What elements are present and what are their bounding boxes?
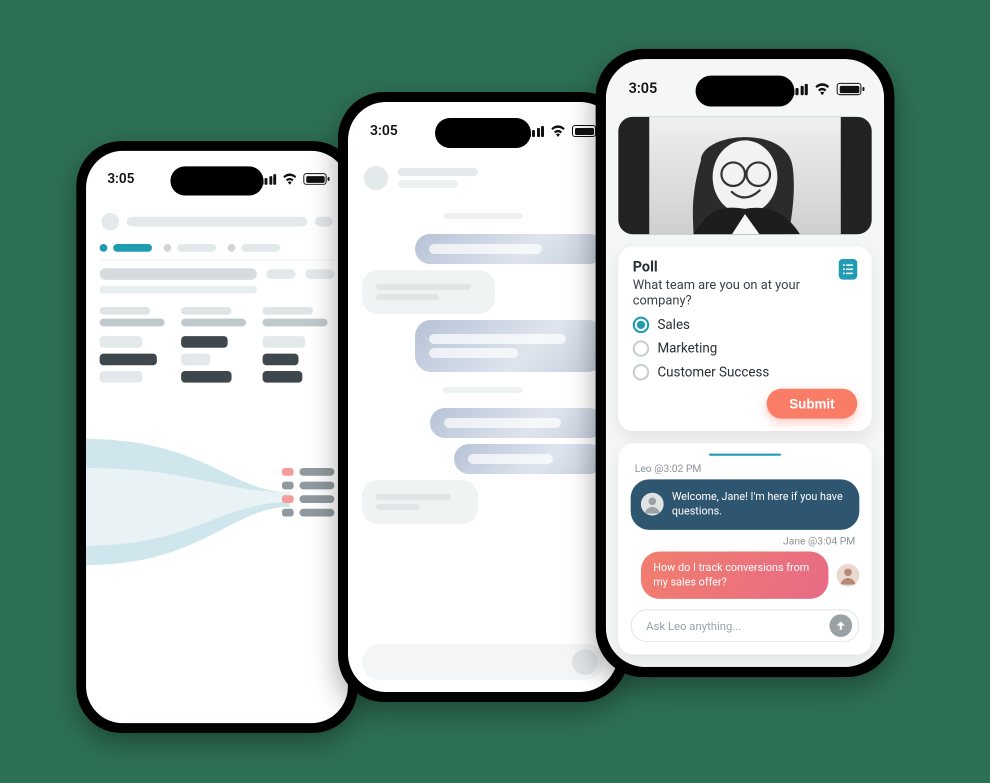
wifi-icon [550,125,566,137]
chat-card: Leo @3:02 PM Welcome, Jane! I'm here if … [618,444,871,655]
message-row: How do I track conversions from my sales… [631,551,860,599]
tab-item[interactable] [164,244,216,252]
message-bubble [415,234,604,264]
message-meta: Leo @3:02 PM [635,464,860,475]
poll-question: What team are you on at your company? [633,278,839,309]
battery-icon [837,83,862,95]
status-time: 3:05 [629,81,658,97]
send-arrow-icon[interactable] [829,614,852,637]
message-row: Welcome, Jane! I'm here if you have ques… [631,480,860,530]
phone-webinar: 3:05 [596,49,895,677]
poll-list-icon [839,259,858,280]
phone-analytics: 3:05 [76,141,357,733]
message-bubble [430,408,604,438]
message-text: Welcome, Jane! I'm here if you have ques… [672,490,845,519]
dynamic-island [696,76,795,107]
radio-icon [633,364,649,380]
chart-legend [282,468,334,517]
poll-title: Poll [633,259,839,275]
poll-option-sales[interactable]: Sales [633,317,858,333]
poll-option-label: Sales [657,317,690,332]
poll-option-label: Marketing [657,341,717,356]
dynamic-island [435,118,531,148]
message-bubble [454,444,604,474]
message-text: How do I track conversions from my sales… [653,560,809,588]
message-bubble [415,320,604,372]
avatar-icon [837,564,860,587]
radio-icon [633,341,649,357]
chat-input[interactable]: Ask Leo anything... [631,609,860,642]
header-skeleton [86,205,348,236]
battery-icon [303,173,326,185]
chat-header-skeleton [348,158,618,194]
poll-card: Poll What team are you on at your compan… [618,247,871,431]
poll-option-label: Customer Success [657,365,769,380]
title-skeleton [100,268,335,280]
message-bubble: Welcome, Jane! I'm here if you have ques… [631,480,860,530]
submit-button[interactable]: Submit [767,389,858,419]
chat-skeleton-content [348,102,618,692]
poll-option-cs[interactable]: Customer Success [633,364,858,380]
status-icons [528,125,597,137]
chat-input-skeleton[interactable] [362,644,604,680]
send-icon[interactable] [572,649,598,675]
battery-icon [572,125,596,137]
message-bubble [362,480,478,524]
webinar-content: Poll What team are you on at your compan… [606,59,884,667]
message-bubble [362,270,495,314]
tabs-skeleton [86,236,348,257]
status-icons [791,83,862,95]
message-bubble: How do I track conversions from my sales… [641,551,828,599]
wifi-icon [282,173,298,185]
tab-item[interactable] [228,244,280,252]
card-handle[interactable] [709,454,781,456]
radio-icon [633,317,649,333]
presenter-video[interactable] [618,117,871,235]
phone-chat-skeleton: 3:05 [338,92,628,702]
sankey-chart [86,400,348,575]
metrics-columns [86,303,348,388]
status-time: 3:05 [107,171,134,187]
wifi-icon [814,83,830,95]
dynamic-island [170,166,263,195]
poll-option-marketing[interactable]: Marketing [633,341,858,357]
message-meta: Jane @3:04 PM [631,536,856,547]
tab-item[interactable] [100,244,152,252]
analytics-content [86,151,348,723]
chat-input-placeholder: Ask Leo anything... [646,619,741,632]
avatar-icon [641,493,664,516]
status-time: 3:05 [370,123,398,139]
status-icons [260,173,326,185]
